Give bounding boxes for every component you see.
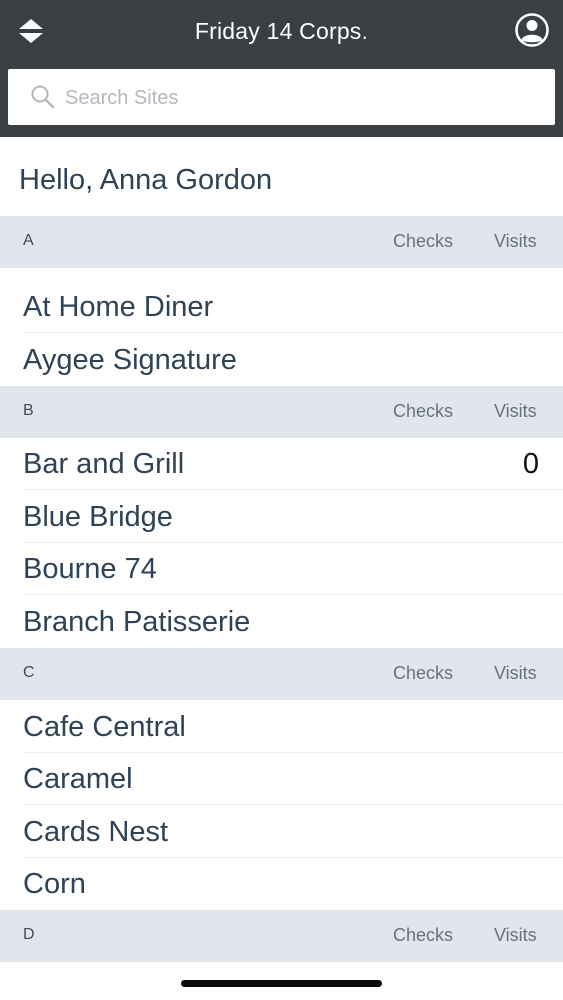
- sort-by-checks[interactable]: Checks: [393, 231, 453, 252]
- site-name: Branch Patisserie: [23, 606, 251, 638]
- list-item[interactable]: Blue Bridge: [0, 491, 563, 543]
- sort-by-visits[interactable]: Visits: [494, 925, 537, 946]
- search-bar: [8, 69, 555, 125]
- section-header-c: C Checks Visits: [0, 648, 563, 700]
- sort-by-checks[interactable]: Checks: [393, 925, 453, 946]
- greeting-text: Hello, Anna Gordon: [19, 164, 273, 196]
- site-name: Cards Nest: [23, 816, 169, 848]
- search-input[interactable]: [63, 77, 537, 119]
- site-name: Bar and Grill: [23, 448, 185, 480]
- list-item[interactable]: Cafe Central: [0, 701, 563, 753]
- sort-by-checks[interactable]: Checks: [393, 663, 453, 684]
- list-item[interactable]: Bourne 74: [0, 543, 563, 595]
- site-count: 0: [522, 448, 539, 480]
- sort-by-checks[interactable]: Checks: [393, 401, 453, 422]
- sort-by-visits[interactable]: Visits: [494, 231, 537, 252]
- section-header-a: A Checks Visits: [0, 216, 563, 268]
- home-indicator[interactable]: [181, 980, 382, 987]
- site-name: Caramel: [23, 763, 133, 795]
- list-item[interactable]: At Home Diner: [0, 281, 563, 333]
- user-circle-icon[interactable]: [515, 13, 549, 47]
- list-item[interactable]: Cards Nest: [0, 806, 563, 858]
- row-divider: [23, 804, 563, 805]
- row-divider: [23, 332, 563, 333]
- section-letter: A: [23, 232, 34, 249]
- top-bar: Friday 14 Corps.: [0, 0, 563, 137]
- site-name: Blue Bridge: [23, 501, 173, 533]
- section-letter: B: [23, 402, 34, 419]
- site-name: Corn: [23, 868, 86, 900]
- list-item[interactable]: Bar and Grill 0: [0, 438, 563, 490]
- site-name: Cafe Central: [23, 711, 186, 743]
- search-icon: [31, 85, 55, 109]
- section-letter: D: [23, 926, 35, 943]
- list-item[interactable]: Branch Patisserie: [0, 596, 563, 648]
- section-letter: C: [23, 664, 35, 681]
- section-header-b: B Checks Visits: [0, 386, 563, 438]
- list-item[interactable]: Caramel: [0, 753, 563, 805]
- sort-by-visits[interactable]: Visits: [494, 663, 537, 684]
- sort-by-visits[interactable]: Visits: [494, 401, 537, 422]
- site-name: At Home Diner: [23, 291, 214, 323]
- site-name: Bourne 74: [23, 553, 157, 585]
- row-divider: [23, 594, 563, 595]
- site-name: Aygee Signature: [23, 344, 237, 376]
- row-divider: [23, 489, 563, 490]
- list-item[interactable]: Aygee Signature: [0, 334, 563, 386]
- section-header-d: D Checks Visits: [0, 910, 563, 962]
- page-title: Friday 14 Corps.: [194, 18, 369, 44]
- list-item[interactable]: Corn: [0, 858, 563, 910]
